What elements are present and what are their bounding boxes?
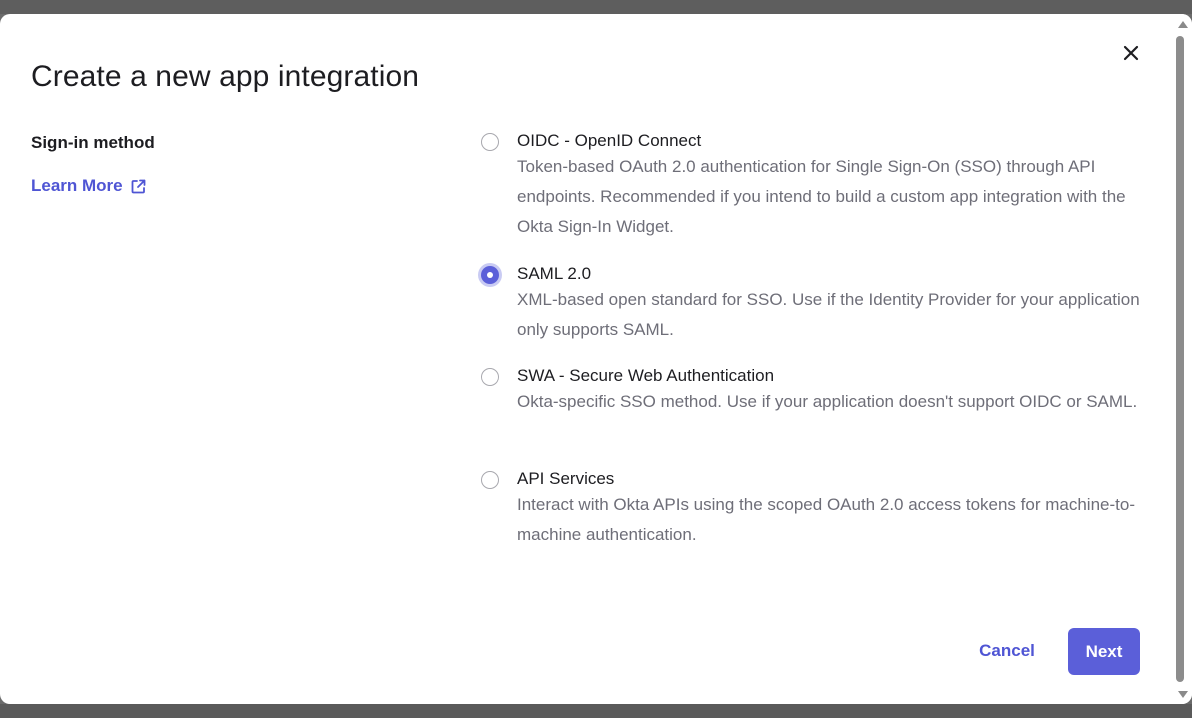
cancel-button[interactable]: Cancel: [966, 628, 1048, 674]
app-integration-dialog: Create a new app integration Sign-in met…: [0, 14, 1192, 704]
option-saml-description: XML-based open standard for SSO. Use if …: [517, 290, 1140, 339]
option-api-services[interactable]: API Services Interact with Okta APIs usi…: [481, 468, 1151, 548]
radio-oidc[interactable]: [481, 133, 499, 151]
option-oidc[interactable]: OIDC - OpenID Connect Token-based OAuth …: [481, 130, 1151, 263]
external-link-icon: [131, 179, 146, 193]
option-oidc-label: OIDC - OpenID Connect: [517, 131, 702, 150]
close-icon: [1123, 45, 1139, 61]
learn-more-link[interactable]: Learn More: [31, 176, 147, 196]
vertical-scrollbar[interactable]: [1172, 14, 1192, 704]
close-button[interactable]: [1117, 39, 1145, 67]
sign-in-method-options: OIDC - OpenID Connect Token-based OAuth …: [481, 130, 1151, 548]
option-saml-label: SAML 2.0: [517, 264, 592, 283]
radio-swa[interactable]: [481, 368, 499, 386]
option-api-services-label: API Services: [517, 469, 615, 488]
radio-api-services[interactable]: [481, 471, 499, 489]
backdrop: [0, 0, 1192, 14]
scroll-down-icon[interactable]: [1178, 691, 1188, 698]
radio-saml[interactable]: [481, 266, 499, 284]
next-button[interactable]: Next: [1068, 628, 1140, 675]
sign-in-method-label: Sign-in method: [31, 133, 155, 152]
dialog-title: Create a new app integration: [31, 60, 420, 93]
option-api-services-description: Interact with Okta APIs using the scoped…: [517, 495, 1135, 544]
scroll-up-icon[interactable]: [1178, 21, 1188, 28]
learn-more-label: Learn More: [31, 176, 123, 195]
option-swa[interactable]: SWA - Secure Web Authentication Okta-spe…: [481, 365, 1151, 468]
option-saml[interactable]: SAML 2.0 XML-based open standard for SSO…: [481, 263, 1151, 365]
option-swa-label: SWA - Secure Web Authentication: [517, 366, 775, 385]
scrollbar-thumb[interactable]: [1176, 36, 1184, 682]
option-swa-description: Okta-specific SSO method. Use if your ap…: [517, 392, 1138, 411]
backdrop-bottom: [0, 704, 1192, 718]
option-oidc-description: Token-based OAuth 2.0 authentication for…: [517, 157, 1126, 236]
